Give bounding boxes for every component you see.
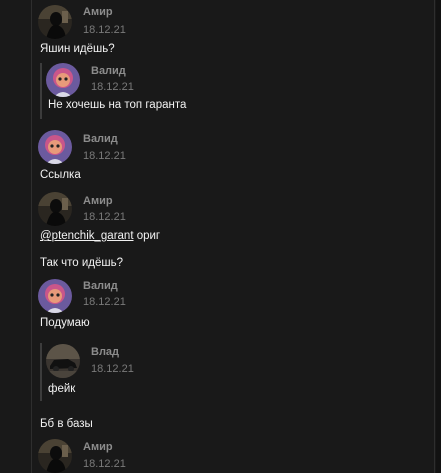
valid-avatar[interactable] (46, 63, 80, 97)
amir-avatar[interactable] (38, 192, 72, 226)
car-photo-avatar-icon (46, 344, 80, 378)
message-text: Подумаю (40, 317, 90, 329)
user-mention-link[interactable]: @ptenchik_garant (40, 230, 134, 242)
author-name[interactable]: Амир (83, 441, 113, 453)
photo-avatar-icon (38, 5, 72, 39)
quoted-message: Валид 18.12.21 Не хочешь на топ гаранта (0, 60, 441, 120)
message-text-tail: ориг (133, 230, 161, 242)
amir-avatar[interactable] (38, 5, 72, 39)
quote-bar (40, 63, 42, 119)
message-date: 18.12.21 (83, 296, 126, 308)
message-date: 18.12.21 (83, 211, 126, 223)
message-item: Амир 18.12.21 @ptenchik_garant ориг Так … (0, 190, 441, 275)
photo-avatar-icon (38, 439, 72, 473)
message-text: Так что идёшь? (40, 257, 123, 269)
quoted-message: Влад 18.12.21 фейк (0, 341, 441, 405)
message-text: @ptenchik_garant ориг (40, 230, 160, 242)
vlad-avatar[interactable] (46, 344, 80, 378)
message-item: Бб в базы (0, 408, 441, 438)
valid-avatar[interactable] (38, 279, 72, 313)
message-item: Валид 18.12.21 Ссылка (0, 128, 441, 188)
author-name[interactable]: Влад (91, 346, 119, 358)
message-date: 18.12.21 (91, 81, 134, 93)
amir-avatar[interactable] (38, 439, 72, 473)
quote-bar (40, 343, 42, 401)
author-name[interactable]: Амир (83, 195, 113, 207)
message-date: 18.12.21 (91, 363, 134, 375)
message-date: 18.12.21 (83, 24, 126, 36)
valid-avatar[interactable] (38, 130, 72, 164)
message-date: 18.12.21 (83, 458, 126, 470)
author-name[interactable]: Валид (83, 133, 118, 145)
message-item: Валид 18.12.21 Подумаю (0, 277, 441, 337)
author-name[interactable]: Валид (83, 280, 118, 292)
author-name[interactable]: Валид (91, 65, 126, 77)
message-text: фейк (48, 383, 76, 395)
cartoon-avatar-icon (38, 130, 72, 164)
chat-thread: Амир 18.12.21 Яшин идёшь? Валид 18.12.21… (0, 0, 441, 473)
message-item: Амир 18.12.21 (0, 436, 441, 473)
cartoon-avatar-icon (46, 63, 80, 97)
message-item: Амир 18.12.21 Яшин идёшь? (0, 0, 441, 60)
message-link[interactable]: Ссылка (40, 169, 81, 181)
message-date: 18.12.21 (83, 150, 126, 162)
author-name[interactable]: Амир (83, 6, 113, 18)
photo-avatar-icon (38, 192, 72, 226)
cartoon-avatar-icon (38, 279, 72, 313)
message-text: Яшин идёшь? (40, 43, 115, 55)
message-text: Бб в базы (40, 418, 93, 430)
message-text: Не хочешь на топ гаранта (48, 99, 187, 111)
